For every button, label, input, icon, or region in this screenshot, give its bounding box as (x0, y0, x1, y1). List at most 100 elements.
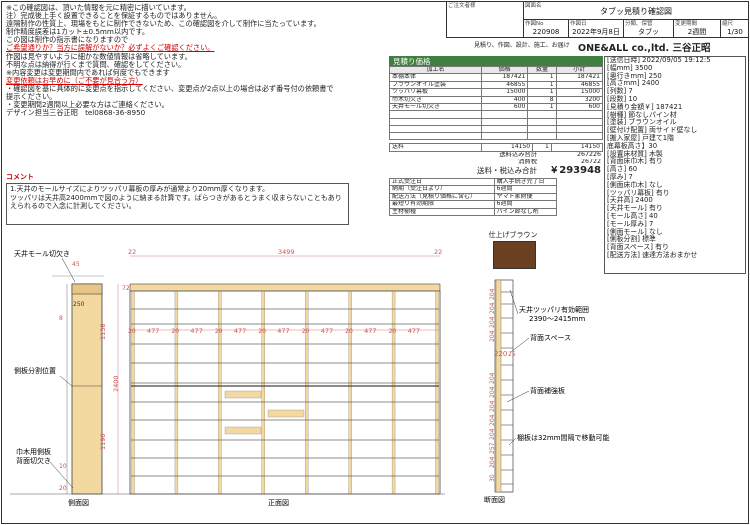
section-dim: 204 (489, 428, 496, 440)
tax-label: 消費税 (518, 158, 537, 166)
ceiling-notch-label: 天井モール切欠き (14, 249, 70, 258)
baseboard-notch-label: 巾木用側板 (16, 447, 51, 456)
estimate-cell: ツッパリ幕板 (389, 88, 482, 97)
date-value: 2022年9月8日 (572, 28, 620, 36)
section-view: 204 204 204 204 204 204 204 204 204 257 204 30 天井ツッ… (484, 279, 610, 504)
divider (305, 290, 309, 495)
col-gap-dim: 20 (302, 328, 310, 335)
estimate-cell: 1 (527, 73, 557, 82)
drawing-area: 45 250 8 10 20 天井モール切欠き 側板分割位置 巾木用側板 背面切… (10, 248, 610, 507)
customer-cell: ご注文者様 (447, 2, 524, 38)
estimate-cell: 187421 (480, 73, 529, 82)
tax-value: 26722 (580, 158, 601, 166)
side-dim-top: 45 (72, 261, 80, 268)
estimate-cell (389, 131, 482, 141)
subtotal-label: 送料込み合計 (499, 151, 537, 158)
front-view-title: 正面図 (268, 499, 289, 507)
comment-title: コメント (6, 173, 34, 181)
estimate-cell: 400 (480, 95, 529, 105)
front-view: 22 3499 22 477 20 477 20 477 20 477 20 477 20 477 2… (99, 248, 445, 507)
scale-label: 縮尺 (722, 21, 734, 27)
info-cell: 購入手続き完了日 (493, 177, 558, 187)
estimate-cell (527, 131, 557, 141)
front-width-total: 3499 (278, 248, 295, 256)
section-dim: 204 (489, 456, 496, 468)
info-cell: パイン節なし剤 (493, 207, 558, 217)
side-dim-20: 20 (59, 485, 67, 492)
front-margin-right: 22 (434, 248, 442, 256)
order-info: 正式受注日 購入手続き完了日 納期（受注日より） 6週間 配送方法（見積り価格に含む）ヤ… (389, 177, 558, 217)
subtotal-value: 267226 (576, 151, 601, 158)
shelf-pitch-label: 棚板は32mm間隔で移動可能 (517, 433, 610, 442)
divider (218, 290, 222, 495)
section-dim: 204 (489, 330, 496, 342)
info-cell: 6週間 (493, 200, 558, 209)
category-value: タブッ (638, 28, 659, 36)
back-space-dim: 220 (494, 350, 507, 358)
estimate-title: 見積り価格 (389, 56, 603, 66)
estimate-row: 巾木切欠き 400 8 3200 (389, 95, 604, 105)
col-width-dim: 477 (408, 327, 420, 335)
info-cell: 主材樹種 (389, 207, 495, 217)
side-dim-10: 10 (59, 463, 67, 470)
scale-cell: 縮尺 1/30 (721, 20, 749, 38)
section-dim: 204 (489, 414, 496, 426)
estimate-cell: 8 (527, 95, 557, 105)
info-row: 納期（受注日より） 6週間 (389, 185, 558, 194)
totals: 送料込み合計 267226 消費税 26722 送料・税込み合計 ￥293948 (389, 152, 603, 176)
tension-range-label: 天井ツッパリ有効範囲 (519, 305, 589, 314)
comment-line-1: 1.天井のモールサイズによりツッパリ幕板の厚みが通常より20mm厚くなります。 (10, 185, 270, 193)
col-gap-dim: 20 (258, 328, 266, 335)
info-row: 主材樹種 パイン節なし剤 (389, 207, 558, 217)
category-label: 分類、保管 (625, 21, 653, 27)
estimate-cell (527, 124, 557, 134)
scale-value: 1/30 (727, 28, 743, 36)
estimate-cell (527, 117, 557, 126)
estimate-row (389, 124, 604, 134)
side-dim-250: 250 (73, 301, 85, 308)
col-qty: 数量 (527, 65, 557, 75)
side-top-strip (71, 283, 103, 295)
baseboard-notch-label-2: 背面切欠き (16, 456, 51, 465)
side-view: 45 250 8 10 20 天井モール切欠き 側板分割位置 巾木用側板 背面切… (10, 249, 115, 507)
comment-line-2: ツッパリは天井高2400mmで図のように納まる計算です。ばらつきがあるとうまく収… (10, 193, 342, 211)
info-row: 正式受注日 購入手続き完了日 (389, 177, 558, 187)
comment-block: コメント 1.天井のモールサイズによりツッパリ幕板の厚みが通常より20mm厚くな… (6, 172, 349, 225)
note-line: デザイン担当三谷正昭 tel0868-36-8950 (6, 108, 146, 118)
front-margin-left: 22 (128, 248, 136, 256)
estimate-row (389, 131, 604, 141)
estimate-cell: 1 (527, 80, 557, 90)
col-gap-dim: 20 (389, 328, 397, 335)
estimate-row (389, 110, 604, 119)
date-label: 作図日 (570, 21, 587, 27)
col-price: 価格 (480, 65, 529, 75)
shipping-label: 送料 (389, 143, 482, 152)
estimate-cell: 1 (527, 88, 557, 97)
side-view-title: 側面図 (68, 498, 89, 507)
notes-block: ※この確認図は、頂いた情報を元に精密に描いています。 注）完成後上手く設置できるこ… (6, 3, 336, 118)
moved-shelf-1 (224, 390, 262, 399)
number-label: 作図No (525, 21, 544, 27)
estimate-cell: ブラウンオイル塗装 (389, 80, 482, 90)
upper-height: 1138 (99, 323, 107, 340)
section-dim: 204 (489, 316, 496, 328)
revision-label: 変更期間 (675, 21, 698, 27)
divider (391, 290, 396, 495)
back-reinforce-label: 背面補強板 (530, 386, 565, 395)
estimate-cell: 187421 (555, 73, 604, 82)
title-block: ご注文者様 図面名 タブッ見積り確認図 作図No 220908 作図日 2022… (446, 2, 749, 38)
lower-height: 1190 (99, 433, 107, 450)
section-dim: 204 (489, 400, 496, 412)
back-space-dim-2: 25 (508, 351, 516, 358)
estimate-row: ブラウンオイル塗装 46855 1 46855 (389, 80, 604, 90)
section-view-title: 断面図 (484, 495, 505, 504)
col-width-dim: 477 (190, 327, 202, 335)
customer-label: ご注文者様 (448, 3, 476, 9)
info-row: 最短り有効期限 6週間 (389, 200, 558, 209)
col-item: 加工名 (389, 65, 482, 75)
col-gap-dim: 20 (215, 328, 223, 335)
estimate-cell (480, 117, 529, 126)
estimate-cell (527, 110, 557, 119)
estimate-cell (480, 131, 529, 141)
estimate-cell (389, 110, 482, 119)
